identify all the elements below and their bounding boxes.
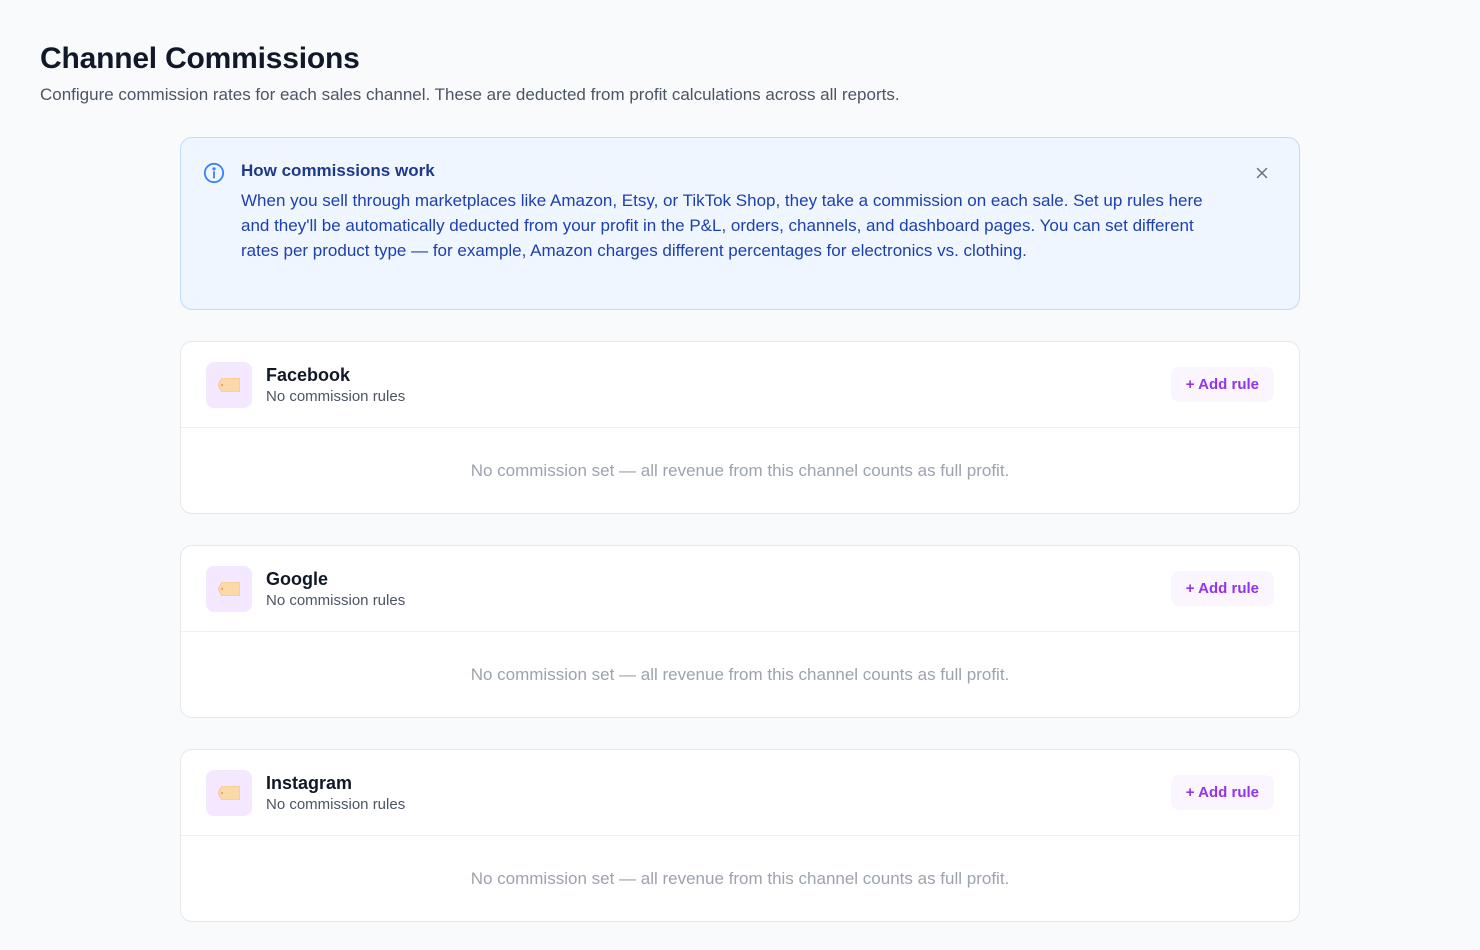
channel-status: No commission rules xyxy=(266,592,406,609)
add-rule-button[interactable]: + Add rule xyxy=(1170,367,1274,402)
channel-card-facebook: Facebook No commission rules + Add rule … xyxy=(180,341,1300,514)
page-subtitle: Configure commission rates for each sale… xyxy=(40,85,900,104)
empty-message: No commission set — all revenue from thi… xyxy=(470,665,1010,684)
info-title: How commissions work xyxy=(241,161,435,180)
channel-icon-container xyxy=(206,566,252,612)
empty-message: No commission set — all revenue from thi… xyxy=(470,461,1010,480)
info-icon xyxy=(203,162,225,184)
tag-icon xyxy=(218,786,240,800)
close-icon[interactable] xyxy=(1253,164,1271,182)
content: How commissions work When you sell throu… xyxy=(180,137,1300,922)
channel-card-google: Google No commission rules + Add rule No… xyxy=(180,545,1300,718)
tag-icon xyxy=(218,582,240,596)
add-rule-button[interactable]: + Add rule xyxy=(1170,571,1274,606)
channel-name: Facebook xyxy=(266,365,351,385)
channel-status: No commission rules xyxy=(266,796,406,813)
channel-icon-container xyxy=(206,362,252,408)
channel-status: No commission rules xyxy=(266,388,406,405)
tag-icon xyxy=(218,378,240,392)
channel-header: Google No commission rules + Add rule xyxy=(181,546,1299,632)
add-rule-button[interactable]: + Add rule xyxy=(1170,775,1274,810)
empty-message: No commission set — all revenue from thi… xyxy=(470,869,1010,888)
info-body: When you sell through marketplaces like … xyxy=(241,191,1203,260)
channel-header: Instagram No commission rules + Add rule xyxy=(181,750,1299,836)
channel-name: Instagram xyxy=(266,773,353,793)
page: Channel Commissions Configure commission… xyxy=(0,0,1480,950)
channel-icon-container xyxy=(206,770,252,816)
info-banner: How commissions work When you sell throu… xyxy=(180,137,1300,310)
channel-name: Google xyxy=(266,569,328,589)
page-title: Channel Commissions xyxy=(40,42,360,75)
channel-header: Facebook No commission rules + Add rule xyxy=(181,342,1299,428)
channel-card-instagram: Instagram No commission rules + Add rule… xyxy=(180,749,1300,922)
